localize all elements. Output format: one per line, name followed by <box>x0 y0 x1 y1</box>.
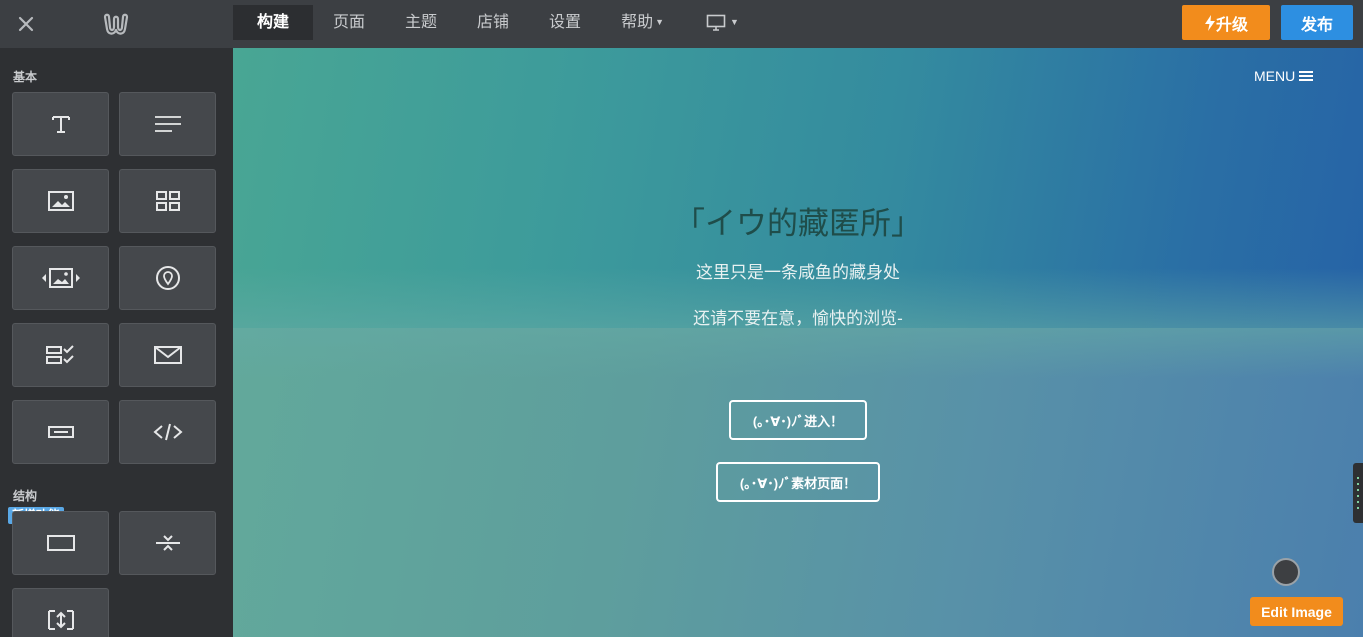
paragraph-element-tile[interactable] <box>119 92 216 156</box>
gallery-icon <box>155 191 180 211</box>
site-menu-button[interactable]: MENU <box>1254 68 1314 84</box>
section-element-tile[interactable] <box>12 511 109 575</box>
slideshow-icon <box>41 268 80 288</box>
tab-theme[interactable]: 主题 <box>385 5 457 40</box>
slideshow-element-tile[interactable] <box>12 246 109 310</box>
scroll-grip-handle[interactable] <box>1353 463 1363 523</box>
envelope-icon <box>153 346 182 364</box>
form-icon <box>45 345 74 364</box>
image-icon <box>47 191 74 211</box>
image-element-tile[interactable] <box>12 169 109 233</box>
hero-title[interactable]: 「イウ的藏匿所」 <box>233 198 1363 243</box>
publish-label: 发布 <box>1300 16 1333 34</box>
materials-page-button[interactable]: (｡･∀･)ﾉﾞ素材页面！ <box>716 462 880 502</box>
site-preview-canvas: MENU 「イウ的藏匿所」 这里只是一条咸鱼的藏身处 还请不要在意，愉快的浏览-… <box>233 48 1363 637</box>
top-toolbar: 构建 页面 主题 店铺 设置 帮助 ▼ ▼ 升级 发布 <box>0 0 1363 48</box>
tab-build[interactable]: 构建 <box>233 5 313 40</box>
hamburger-icon <box>1299 71 1314 81</box>
map-element-tile[interactable] <box>119 246 216 310</box>
code-icon <box>152 423 183 441</box>
site-menu-label: MENU <box>1254 68 1296 84</box>
spacer-element-tile[interactable] <box>12 588 109 637</box>
section-title-structure: 结构 <box>13 489 38 503</box>
divider-icon <box>155 535 180 551</box>
tab-store[interactable]: 店铺 <box>457 5 529 40</box>
publish-button[interactable]: 发布 <box>1281 5 1353 40</box>
tab-settings[interactable]: 设置 <box>529 5 601 40</box>
button-icon <box>47 426 74 438</box>
elements-sidebar: 基本 结构 新增功能 <box>0 48 232 637</box>
map-pin-icon <box>155 266 180 290</box>
divider-element-tile[interactable] <box>119 511 216 575</box>
lightning-icon <box>1204 14 1215 31</box>
section-icon <box>46 535 75 551</box>
embed-code-element-tile[interactable] <box>119 400 216 464</box>
paragraph-icon <box>154 116 181 132</box>
device-preview-button[interactable]: ▼ <box>684 5 761 40</box>
tab-help-label: 帮助 <box>621 14 654 31</box>
image-position-handle[interactable] <box>1272 558 1300 586</box>
chevron-down-icon: ▼ <box>655 17 664 27</box>
tab-help[interactable]: 帮助 ▼ <box>601 5 684 40</box>
chevron-down-icon: ▼ <box>730 17 739 27</box>
hero-subtitle-1[interactable]: 这里只是一条咸鱼的藏身处 <box>233 258 1363 283</box>
contact-form-element-tile[interactable] <box>119 323 216 387</box>
enter-button[interactable]: (｡･∀･)ﾉﾞ进入！ <box>729 400 867 440</box>
main-nav: 构建 页面 主题 店铺 设置 帮助 ▼ ▼ <box>233 5 761 40</box>
section-title-basic: 基本 <box>13 70 38 84</box>
upgrade-button[interactable]: 升级 <box>1182 5 1270 40</box>
button-element-tile[interactable] <box>12 400 109 464</box>
upgrade-label: 升级 <box>1215 16 1248 34</box>
monitor-icon <box>706 14 726 31</box>
hero-subtitle-2[interactable]: 还请不要在意，愉快的浏览- <box>233 304 1363 329</box>
text-element-tile[interactable] <box>12 92 109 156</box>
close-icon[interactable] <box>14 12 38 36</box>
gallery-element-tile[interactable] <box>119 169 216 233</box>
form-element-tile[interactable] <box>12 323 109 387</box>
weebly-logo-icon[interactable] <box>102 11 130 37</box>
text-icon <box>51 116 70 133</box>
edit-image-button[interactable]: Edit Image <box>1250 597 1343 626</box>
tab-pages[interactable]: 页面 <box>313 5 385 40</box>
spacer-icon <box>47 610 74 630</box>
